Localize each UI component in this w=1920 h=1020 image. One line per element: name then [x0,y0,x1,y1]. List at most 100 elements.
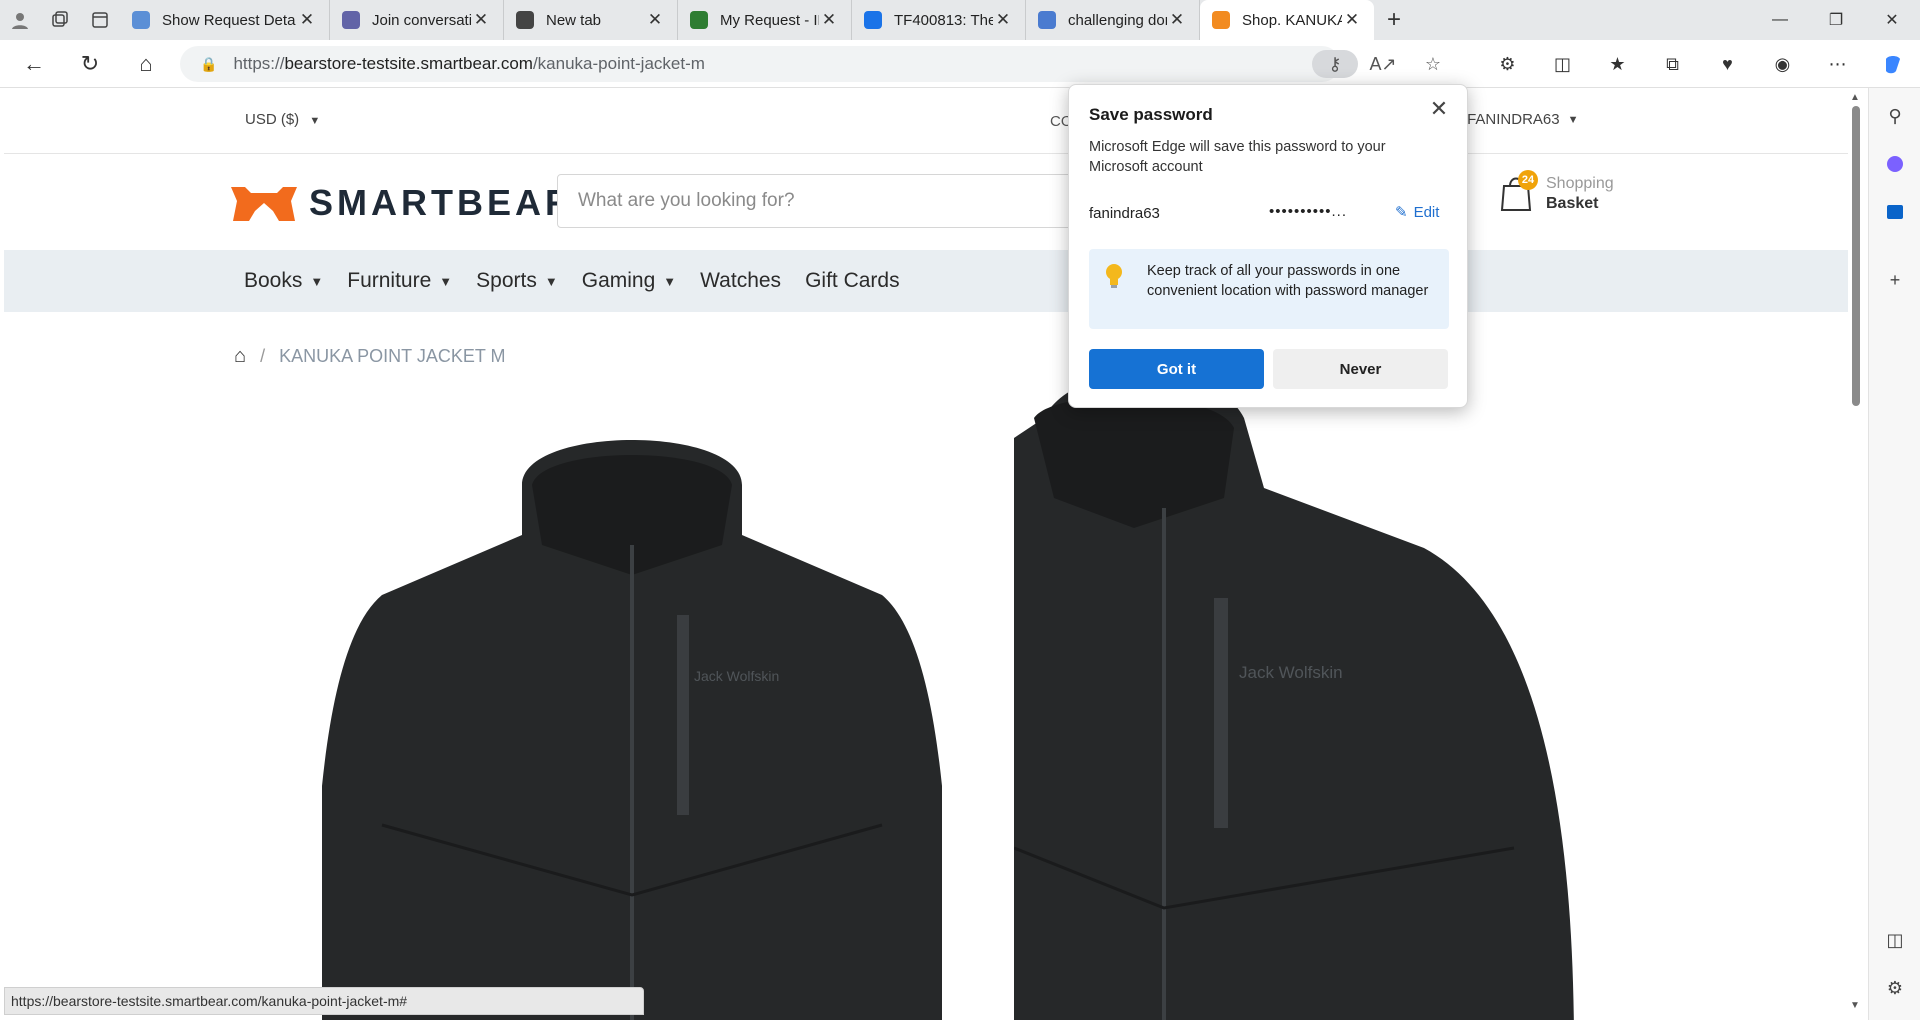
favorite-star-icon[interactable]: ☆ [1408,46,1458,82]
password-key-icon[interactable]: ⚷ [1312,50,1358,78]
edge-bar-icon[interactable]: ◉ [1755,40,1810,88]
edit-button[interactable]: ✎ Edit [1395,203,1439,222]
tab-title: Shop. KANUKA POI [1242,11,1342,29]
tip-message: Keep track of all your passwords in one … [1147,263,1429,299]
tab-favicon-icon [1038,11,1056,29]
read-aloud-icon[interactable]: A↗ [1358,46,1408,82]
browser-tab[interactable]: Show Request Deta ✕ [120,0,330,40]
tab-title: New tab [546,11,602,29]
never-button[interactable]: Never [1273,349,1448,389]
pencil-icon: ✎ [1395,204,1408,221]
saved-password-masked: ••••••••••... [1269,203,1348,220]
home-button[interactable]: ⌂ [118,40,174,88]
password-manager-tip: Keep track of all your passwords in one … [1089,249,1449,329]
close-tab-icon[interactable]: ✕ [819,10,839,30]
dialog-title: Save password [1089,105,1213,124]
browser-tab[interactable]: Shop. KANUKA POI✕ [1200,0,1374,40]
url-prefix: https:// [233,54,285,73]
menu-item[interactable]: Books ▼ [244,269,323,293]
copilot-sidebar-icon[interactable] [1879,148,1911,180]
got-it-button[interactable]: Got it [1089,349,1264,389]
browser-tab[interactable]: My Request - INC03✕ [678,0,852,40]
outlook-icon[interactable] [1879,196,1911,228]
menu-item[interactable]: Gift Cards [805,269,900,293]
main-menu: Books ▼ Furniture ▼ Sports ▼ Gaming ▼ Watches Gif… [4,250,1848,312]
browser-essentials-icon[interactable]: ♥ [1700,40,1755,88]
tab-actions-icon[interactable] [80,0,120,40]
new-tab-button[interactable]: + [1374,0,1414,40]
status-bar-url: https://bearstore-testsite.smartbear.com… [4,987,644,1015]
currency-selector[interactable]: USD ($) ▼ [245,111,320,128]
save-password-dialog: Save password ✕ Microsoft Edge will save… [1068,84,1468,408]
browser-tab[interactable]: New tab ✕ [504,0,678,40]
settings-gear-icon[interactable]: ⚙ [1879,972,1911,1004]
favorites-icon[interactable]: ★ [1590,40,1645,88]
close-tab-icon[interactable]: ✕ [1342,10,1362,30]
breadcrumb-separator: / [260,346,266,366]
user-account-menu[interactable]: ● FANINDRA63 ▼ [1450,111,1578,128]
home-icon[interactable]: ⌂ [234,345,246,368]
add-sidebar-app-icon[interactable]: + [1879,264,1911,296]
breadcrumb-current: KANUKA POINT JACKET M [279,346,506,366]
menu-item-label: Furniture [347,269,432,292]
menu-item-label: Sports [476,269,537,292]
profile-icon[interactable] [0,0,40,40]
site-logo[interactable]: SMARTBEAR [229,182,575,224]
menu-item[interactable]: Watches [700,269,781,293]
chevron-down-icon: ▼ [310,273,324,289]
menu-item[interactable]: Gaming ▼ [582,269,676,293]
menu-item[interactable]: Sports ▼ [476,269,558,293]
page-scrollbar[interactable]: ▲ ▼ [1848,92,1864,1014]
lock-icon[interactable]: 🔒 [200,56,217,73]
address-bar[interactable]: 🔒 https://bearstore-testsite.smartbear.c… [180,46,1340,82]
close-window-button[interactable]: ✕ [1864,0,1920,40]
username-label: FANINDRA63 [1467,111,1560,128]
split-screen-icon[interactable]: ◫ [1535,40,1590,88]
menu-item[interactable]: Furniture ▼ [347,269,452,293]
workspaces-icon[interactable] [40,0,80,40]
scroll-down-arrow-icon[interactable]: ▼ [1850,1000,1860,1011]
scroll-up-arrow-icon[interactable]: ▲ [1850,92,1860,103]
close-tab-icon[interactable]: ✕ [645,10,665,30]
extensions-icon[interactable]: ⚙ [1480,40,1535,88]
product-image[interactable]: Jack Wolfskin [322,425,942,1020]
close-tab-icon[interactable]: ✕ [297,10,317,30]
minimize-button[interactable]: — [1752,0,1808,40]
shopping-basket[interactable]: 24 Shopping Basket [1500,170,1614,214]
close-tab-icon[interactable]: ✕ [1167,10,1187,30]
sidebar-panel-icon[interactable]: ◫ [1879,924,1911,956]
close-icon[interactable]: ✕ [1425,95,1453,123]
tab-favicon-icon [132,11,150,29]
browser-tab[interactable]: Join conversation✕ [330,0,504,40]
menu-item-label: Books [244,269,303,292]
edge-sidebar: ⚲ + ◫ ⚙ [1868,88,1920,1020]
basket-count-badge: 24 [1518,170,1538,190]
product-logo-text-zoom: Jack Wolfskin [1239,663,1343,682]
basket-label-line1: Shopping [1546,175,1614,192]
chevron-down-icon: ▼ [663,273,677,289]
product-image-zoom[interactable]: Jack Wolfskin [1014,378,1634,1020]
copilot-icon[interactable] [1865,40,1920,88]
search-icon[interactable]: ⚲ [1879,100,1911,132]
scrollbar-thumb[interactable] [1852,106,1860,406]
url-host: bearstore-testsite.smartbear.com [284,54,533,73]
product-logo-text: Jack Wolfskin [694,668,779,684]
search-input[interactable]: What are you looking for? [557,174,1077,228]
chevron-down-icon: ▼ [1567,113,1579,126]
basket-label-line2: Basket [1546,195,1599,212]
refresh-button[interactable]: ↻ [62,40,118,88]
close-tab-icon[interactable]: ✕ [993,10,1013,30]
web-page: USD ($) ▼ CO ● FANINDRA63 ▼ SMARTBEAR Wh… [4,88,1848,1020]
close-tab-icon[interactable]: ✕ [471,10,491,30]
address-toolbar: ← ↻ ⌂ 🔒 https://bearstore-testsite.smart… [0,40,1920,88]
chevron-down-icon: ▼ [309,115,321,127]
restore-button[interactable]: ❐ [1808,0,1864,40]
menu-item-label: Watches [700,269,782,292]
browser-tab[interactable]: challenging dom - S✕ [1026,0,1200,40]
tab-title: Join conversation [372,11,471,29]
more-options-icon[interactable]: ⋯ [1810,40,1865,88]
browser-tab[interactable]: TF400813: The user✕ [852,0,1026,40]
collections-icon[interactable]: ⧉ [1645,40,1700,88]
menu-item-label: Gift Cards [805,269,900,292]
back-button[interactable]: ← [6,40,62,88]
